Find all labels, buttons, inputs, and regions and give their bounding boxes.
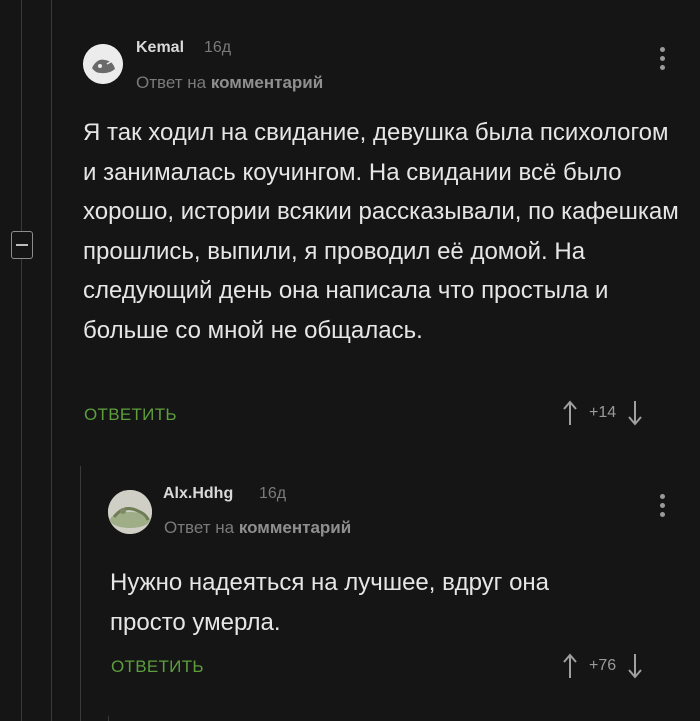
reply-to-prefix: Ответ на bbox=[136, 73, 207, 92]
comment-body: Нужно надеяться на лучшее, вдруг она про… bbox=[110, 569, 550, 636]
avatar-image bbox=[108, 490, 152, 534]
arrow-up-icon[interactable] bbox=[563, 653, 577, 679]
reply-to-link[interactable]: Ответ на комментарий bbox=[136, 73, 323, 93]
thread-line-root-lower bbox=[21, 259, 22, 721]
reply-to-prefix: Ответ на bbox=[164, 518, 235, 537]
vote-block: +14 bbox=[563, 400, 642, 426]
comment-author[interactable]: Alx.Hdhg bbox=[163, 485, 233, 503]
vote-block: +76 bbox=[563, 653, 642, 679]
thread-line-reply bbox=[80, 466, 81, 721]
reply-to-target[interactable]: комментарий bbox=[211, 73, 323, 92]
arrow-down-icon[interactable] bbox=[628, 653, 642, 679]
comment-time: 16д bbox=[259, 485, 287, 502]
reply-to-target[interactable]: комментарий bbox=[239, 518, 351, 537]
kebab-menu-icon[interactable] bbox=[660, 494, 666, 517]
reply-to-link[interactable]: Ответ на комментарий bbox=[164, 518, 351, 538]
comment-author[interactable]: Kemal bbox=[136, 39, 184, 57]
avatar-image bbox=[83, 44, 123, 84]
comment-body: Я так ходил на свидание, девушка была пс… bbox=[83, 119, 679, 344]
comment-score: +76 bbox=[589, 657, 617, 674]
reply-button[interactable]: ОТВЕТИТЬ bbox=[84, 405, 177, 425]
arrow-down-icon[interactable] bbox=[628, 400, 642, 426]
minus-square-icon bbox=[16, 244, 28, 246]
reply-button[interactable]: ОТВЕТИТЬ bbox=[111, 657, 204, 677]
collapse-thread-button[interactable] bbox=[11, 231, 33, 259]
avatar[interactable] bbox=[108, 490, 152, 534]
comment-time: 16д bbox=[204, 39, 232, 56]
avatar[interactable] bbox=[83, 44, 123, 84]
thread-line-reply-nested bbox=[108, 716, 109, 721]
thread-line-root bbox=[21, 0, 22, 231]
comment-score: +14 bbox=[589, 404, 617, 421]
kebab-menu-icon[interactable] bbox=[660, 47, 666, 70]
arrow-up-icon[interactable] bbox=[563, 400, 577, 426]
thread-line-nested bbox=[51, 0, 52, 721]
